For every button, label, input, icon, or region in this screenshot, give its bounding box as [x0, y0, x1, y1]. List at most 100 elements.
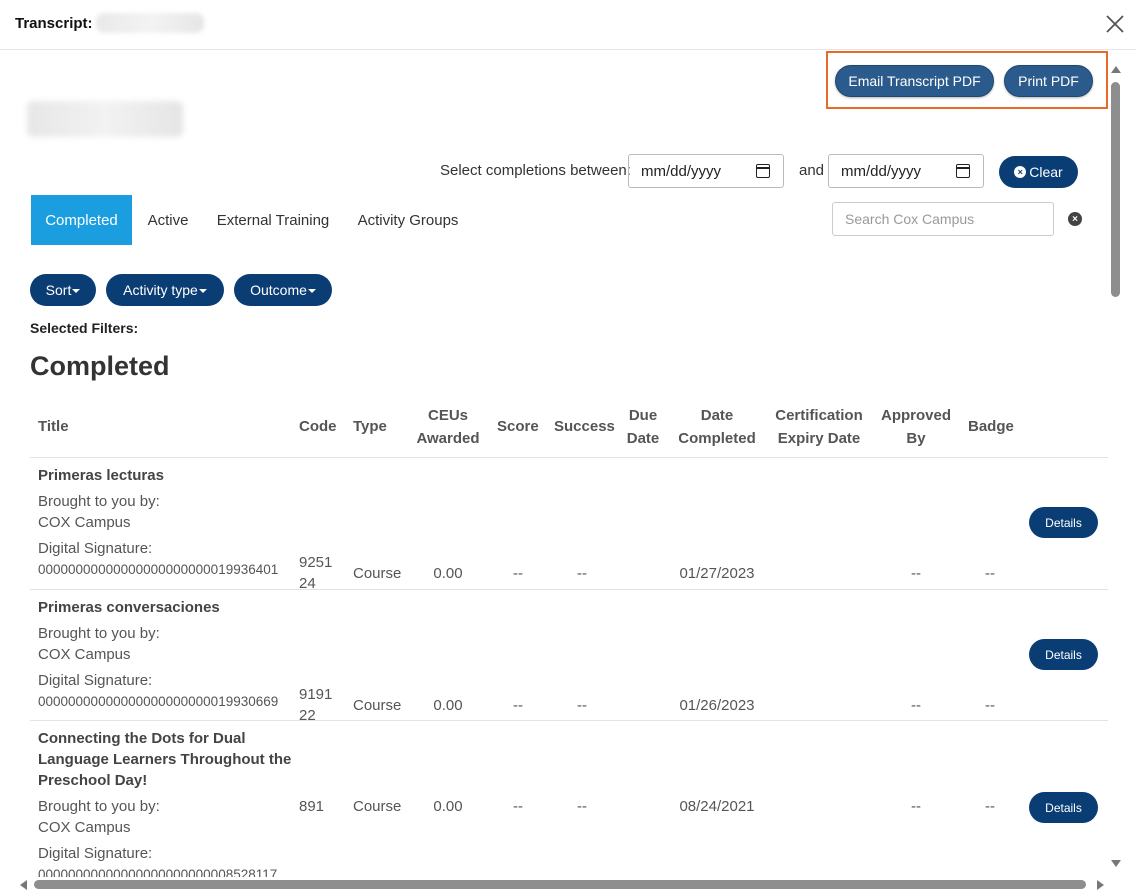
brought-by-label: Brought to you by:	[38, 798, 160, 815]
col-ceus-line1: CEUs	[427, 407, 468, 424]
row-title-cell: Connecting the Dots for Dual Language Le…	[38, 728, 293, 877]
approved-by-cell: --	[911, 697, 921, 714]
caret-down-icon	[198, 289, 207, 293]
tab-external-training[interactable]: External Training	[210, 195, 336, 245]
tab-completed[interactable]: Completed	[31, 195, 132, 245]
col-cert-expiry: Certification Expiry Date	[770, 404, 868, 450]
approved-by-cell: --	[911, 565, 921, 582]
date-from-input[interactable]: mm/dd/yyyy	[628, 154, 784, 188]
row-divider	[30, 457, 1108, 458]
col-due-line2: Date	[626, 430, 660, 447]
col-due-date: Due Date	[622, 404, 664, 450]
scroll-up-arrow-icon[interactable]	[1111, 66, 1121, 73]
code-line1: 9191	[299, 686, 333, 703]
row-title-cell: Primeras lecturas Brought to you by: COX…	[38, 465, 293, 580]
clear-dates-button[interactable]: × Clear	[999, 156, 1078, 188]
col-type: Type	[353, 418, 387, 435]
col-title: Title	[38, 418, 69, 435]
details-button[interactable]: Details	[1029, 792, 1098, 823]
scroll-right-arrow-icon[interactable]	[1097, 880, 1104, 890]
ceus-cell: 0.00	[433, 798, 463, 815]
col-approved-line1: Approved	[880, 407, 951, 424]
search-input[interactable]: Search Cox Campus	[832, 202, 1054, 236]
signature-label: Digital Signature:	[38, 540, 153, 557]
badge-cell: --	[985, 565, 995, 582]
close-icon[interactable]	[1102, 11, 1128, 37]
tab-active[interactable]: Active	[140, 195, 196, 245]
modal-title: Transcript:	[15, 15, 93, 32]
date-completed-cell: 08/24/2021	[679, 798, 755, 815]
course-title-line1: Connecting the Dots for Dual	[38, 730, 246, 747]
type-cell: Course	[353, 565, 402, 582]
sort-label: Sort	[45, 282, 72, 298]
approved-by-cell: --	[911, 798, 921, 815]
course-title-line3: Preschool Day!	[38, 772, 148, 789]
score-cell: --	[513, 798, 523, 815]
col-ceus-line2: Awarded	[416, 430, 480, 447]
ceus-cell: 0.00	[433, 697, 463, 714]
scroll-down-arrow-icon[interactable]	[1111, 860, 1121, 867]
modal-header: Transcript:	[0, 0, 1136, 50]
badge-cell: --	[985, 798, 995, 815]
signature-value: 00000000000000000000000019936401	[38, 562, 279, 577]
redacted-user-name	[27, 101, 183, 137]
signature-value: 00000000000000000000000008528117	[38, 867, 278, 877]
brought-by-label: Brought to you by:	[38, 493, 160, 510]
code-cell: 9251 24	[299, 552, 332, 594]
horizontal-scroll-thumb[interactable]	[34, 880, 1086, 889]
brought-by-label: Brought to you by:	[38, 625, 160, 642]
details-button[interactable]: Details	[1029, 639, 1098, 670]
modal-body: Email Transcript PDF Print PDF Select co…	[0, 51, 1108, 877]
date-to-placeholder: mm/dd/yyyy	[841, 162, 922, 180]
date-completed-cell: 01/26/2023	[679, 697, 755, 714]
x-circle-icon: ×	[1014, 166, 1027, 178]
clear-search-icon[interactable]: ×	[1068, 212, 1082, 226]
tab-activity-groups[interactable]: Activity Groups	[350, 195, 466, 245]
col-due-line1: Due	[628, 407, 658, 424]
signature-value: 00000000000000000000000019930669	[38, 694, 279, 709]
code-cell: 891	[299, 796, 324, 817]
course-title: Primeras conversaciones	[38, 599, 220, 616]
date-completed-cell: 01/27/2023	[679, 565, 755, 582]
col-cert-line1: Certification	[775, 407, 863, 424]
scroll-left-arrow-icon[interactable]	[20, 880, 27, 890]
vertical-scrollbar[interactable]	[1108, 60, 1136, 880]
date-from-placeholder: mm/dd/yyyy	[641, 162, 722, 180]
sort-dropdown-button[interactable]: Sort	[30, 274, 96, 306]
success-cell: --	[577, 697, 587, 714]
outcome-dropdown-button[interactable]: Outcome	[234, 274, 332, 306]
col-date-completed: Date Completed	[674, 404, 760, 450]
details-button[interactable]: Details	[1029, 507, 1098, 538]
score-cell: --	[513, 565, 523, 582]
type-cell: Course	[353, 697, 402, 714]
signature-label: Digital Signature:	[38, 845, 153, 862]
clear-label: Clear	[1029, 164, 1063, 180]
redacted-name	[96, 13, 204, 33]
vertical-scroll-thumb[interactable]	[1111, 82, 1120, 297]
col-badge: Badge	[968, 418, 1014, 435]
date-to-input[interactable]: mm/dd/yyyy	[828, 154, 984, 188]
caret-down-icon	[72, 289, 81, 293]
badge-cell: --	[985, 697, 995, 714]
calendar-icon[interactable]	[756, 164, 770, 178]
type-cell: Course	[353, 798, 402, 815]
activity-type-dropdown-button[interactable]: Activity type	[106, 274, 224, 306]
provider-name: COX Campus	[38, 819, 131, 836]
calendar-icon[interactable]	[956, 164, 970, 178]
col-score: Score	[497, 418, 539, 435]
caret-down-icon	[307, 289, 316, 293]
col-approved-line2: By	[906, 430, 926, 447]
score-cell: --	[513, 697, 523, 714]
col-completed-line1: Date	[700, 407, 734, 424]
code-line1: 891	[299, 798, 325, 815]
print-pdf-button[interactable]: Print PDF	[1004, 65, 1093, 97]
horizontal-scrollbar[interactable]	[0, 877, 1108, 895]
search-placeholder: Search Cox Campus	[845, 211, 975, 227]
section-title: Completed	[30, 351, 170, 381]
col-ceus: CEUs Awarded	[412, 404, 484, 450]
col-completed-line2: Completed	[678, 430, 756, 447]
email-transcript-pdf-button[interactable]: Email Transcript PDF	[835, 65, 994, 97]
course-title: Primeras lecturas	[38, 467, 164, 484]
code-line1: 9251	[299, 554, 333, 571]
provider-name: COX Campus	[38, 514, 131, 531]
